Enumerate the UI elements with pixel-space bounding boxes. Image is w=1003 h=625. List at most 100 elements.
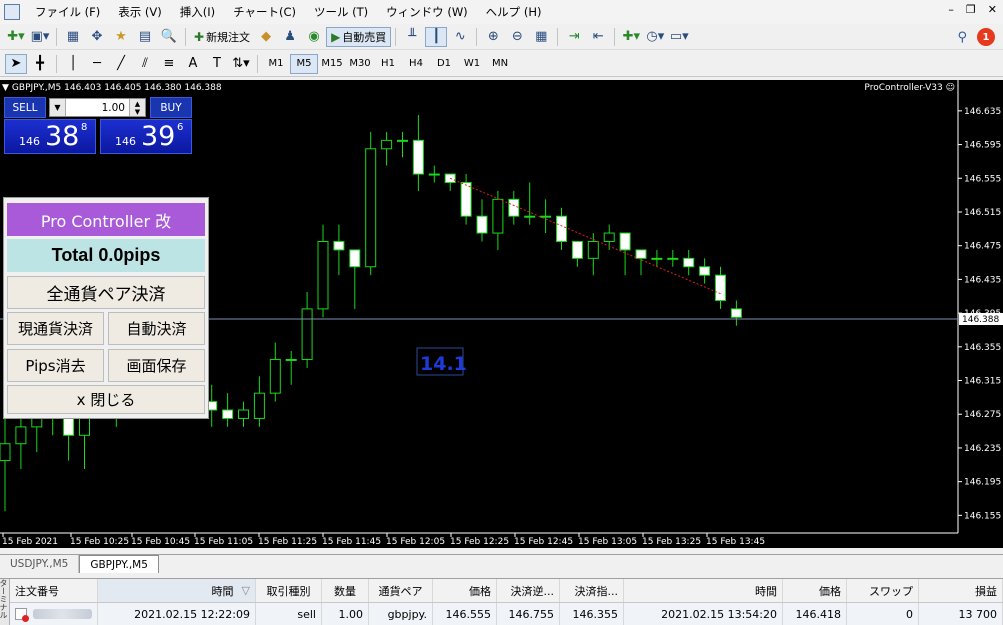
col-close-price[interactable]: 価格 — [783, 579, 847, 602]
candlestick-icon[interactable]: ┃ — [425, 26, 448, 47]
candle-body — [253, 392, 265, 419]
terminal-icon[interactable]: ▤ — [134, 27, 156, 47]
col-close-time[interactable]: 時間 — [624, 579, 783, 602]
chart-shift-icon[interactable]: ⇤ — [587, 27, 609, 47]
tf-m5[interactable]: M5 — [290, 53, 318, 74]
col-type[interactable]: 取引種別 — [256, 579, 322, 602]
candle-body — [651, 257, 663, 260]
close-icon[interactable]: ✕ — [988, 3, 997, 16]
lot-dropdown-icon[interactable]: ▼ — [50, 99, 66, 116]
menu-window[interactable]: ウィンドウ (W) — [377, 0, 477, 24]
pro-controller-panel: Pro Controller 改 Total 0.0pips 全通貨ペア決済 現… — [3, 197, 209, 419]
time-tick-label: 15 Feb 12:45 — [514, 537, 573, 547]
tab-gbpjpy[interactable]: GBPJPY.,M5 — [79, 555, 159, 573]
tf-h1[interactable]: H1 — [374, 54, 402, 74]
erase-pips-button[interactable]: Pips消去 — [7, 349, 104, 382]
menu-insert[interactable]: 挿入(I) — [171, 0, 224, 24]
total-pips: Total 0.0pips — [7, 239, 205, 272]
close-panel-button[interactable]: x 閉じる — [7, 385, 205, 414]
templates-icon[interactable]: ▭▾ — [668, 27, 690, 47]
menu-help[interactable]: ヘルプ (H) — [477, 0, 551, 24]
signals-icon[interactable]: ◉ — [303, 27, 325, 47]
close-current-pair-button[interactable]: 現通貨決済 — [7, 312, 104, 345]
auto-trade-button[interactable]: ▶ 自動売買 — [326, 26, 392, 47]
price-tick-label: 146.235 — [964, 444, 1001, 454]
indicator-name: ProController-V33 ☺ — [864, 83, 955, 93]
table-row[interactable]: 2021.02.15 12:22:09 sell 1.00 gbpjpy. 14… — [10, 603, 1003, 625]
price-tick-label: 146.195 — [964, 478, 1001, 488]
search-icon[interactable]: ⚲ — [957, 30, 967, 45]
notification-badge[interactable]: 1 — [977, 28, 995, 46]
zoom-in-icon[interactable]: ⊕ — [482, 27, 504, 47]
tf-h4[interactable]: H4 — [402, 54, 430, 74]
line-chart-icon[interactable]: ∿ — [449, 27, 471, 47]
close-all-pairs-button[interactable]: 全通貨ペア決済 — [7, 276, 205, 309]
navigator-icon[interactable]: ★ — [110, 27, 132, 47]
col-order[interactable]: 注文番号 — [10, 579, 98, 602]
col-time[interactable]: 時間 ▽ — [98, 579, 256, 602]
tf-mn[interactable]: MN — [486, 54, 514, 74]
col-swap[interactable]: スワップ — [847, 579, 919, 602]
tf-m1[interactable]: M1 — [262, 54, 290, 74]
channel-icon[interactable]: ⫽ — [134, 54, 156, 74]
new-order-button[interactable]: ✚ 新規注文 — [190, 27, 254, 47]
col-profit[interactable]: 損益 — [919, 579, 1003, 602]
price-chart[interactable]: 146.635 146.595 146.555 146.515 146.475 146.4… — [0, 80, 1003, 548]
menu-file[interactable]: ファイル (F) — [26, 0, 109, 24]
col-symbol[interactable]: 通貨ペア — [369, 579, 433, 602]
tf-d1[interactable]: D1 — [430, 54, 458, 74]
candle-body — [524, 215, 536, 218]
tab-usdjpy[interactable]: USDJPY.,M5 — [0, 555, 80, 573]
tf-w1[interactable]: W1 — [458, 54, 486, 74]
metaeditor-icon[interactable]: ◆ — [255, 27, 277, 47]
indicators-icon[interactable]: ✚▾ — [620, 27, 642, 47]
minimize-icon[interactable]: – — [948, 3, 954, 16]
menu-tools[interactable]: ツール (T) — [305, 0, 377, 24]
main-toolbar: ✚▾ ▣▾ ▦ ✥ ★ ▤ 🔍 ✚ 新規注文 ◆ ♟ ◉ ▶ 自動売買 ╨ ┃ ∿ … — [0, 24, 1003, 50]
arrows-icon[interactable]: ⇅▾ — [230, 54, 252, 74]
lot-value[interactable]: 1.00 — [66, 102, 129, 114]
col-tp[interactable]: 決済指... — [560, 579, 624, 602]
save-screen-button[interactable]: 画面保存 — [108, 349, 205, 382]
periods-icon[interactable]: ◷▾ — [644, 27, 666, 47]
price-tick-label: 146.155 — [964, 511, 1001, 521]
drawing-toolbar: ➤ ╋ │ ─ ╱ ⫽ ≡ A T ⇅▾ M1 M5 M15 M30 H1 H4… — [0, 51, 1003, 77]
market-watch-icon[interactable]: ▦ — [62, 27, 84, 47]
trendline-icon[interactable]: ╱ — [110, 54, 132, 74]
label-icon[interactable]: T — [206, 54, 228, 74]
candle-body — [15, 426, 27, 445]
tf-m15[interactable]: M15 — [318, 54, 346, 74]
fibonacci-icon[interactable]: ≡ — [158, 54, 180, 74]
menu-view[interactable]: 表示 (V) — [109, 0, 171, 24]
zoom-out-icon[interactable]: ⊖ — [506, 27, 528, 47]
text-icon[interactable]: A — [182, 54, 204, 74]
profiles-icon[interactable]: ▣▾ — [29, 27, 51, 47]
cursor-icon[interactable]: ➤ — [5, 53, 27, 74]
buy-button[interactable]: BUY — [150, 97, 192, 118]
data-window-icon[interactable]: ✥ — [86, 27, 108, 47]
col-sl[interactable]: 決済逆... — [497, 579, 560, 602]
terminal-side-label[interactable]: ターミナル — [0, 579, 10, 625]
crosshair-icon[interactable]: ╋ — [29, 54, 51, 74]
restore-icon[interactable]: ❐ — [966, 3, 976, 16]
bar-chart-icon[interactable]: ╨ — [401, 27, 423, 47]
new-chart-icon[interactable]: ✚▾ — [5, 27, 27, 47]
sell-price-button[interactable]: 146 38 8 — [4, 119, 96, 154]
sort-icon: ▽ — [241, 584, 250, 597]
vertical-line-icon[interactable]: │ — [62, 54, 84, 74]
col-volume[interactable]: 数量 — [322, 579, 369, 602]
col-price[interactable]: 価格 — [433, 579, 497, 602]
tester-icon[interactable]: 🔍 — [158, 27, 180, 47]
auto-close-button[interactable]: 自動決済 — [108, 312, 205, 345]
menu-chart[interactable]: チャート(C) — [224, 0, 305, 24]
lot-size-field[interactable]: ▼ 1.00 ▲ ▼ — [49, 98, 146, 117]
tf-m30[interactable]: M30 — [346, 54, 374, 74]
buy-price-button[interactable]: 146 39 6 — [100, 119, 192, 154]
cell-type: sell — [256, 603, 322, 625]
user-icon[interactable]: ♟ — [279, 27, 301, 47]
horizontal-line-icon[interactable]: ─ — [86, 54, 108, 74]
tile-windows-icon[interactable]: ▦ — [530, 27, 552, 47]
lot-spinner-icon[interactable]: ▲ ▼ — [129, 99, 145, 116]
sell-button[interactable]: SELL — [4, 97, 46, 118]
auto-scroll-icon[interactable]: ⇥ — [563, 27, 585, 47]
